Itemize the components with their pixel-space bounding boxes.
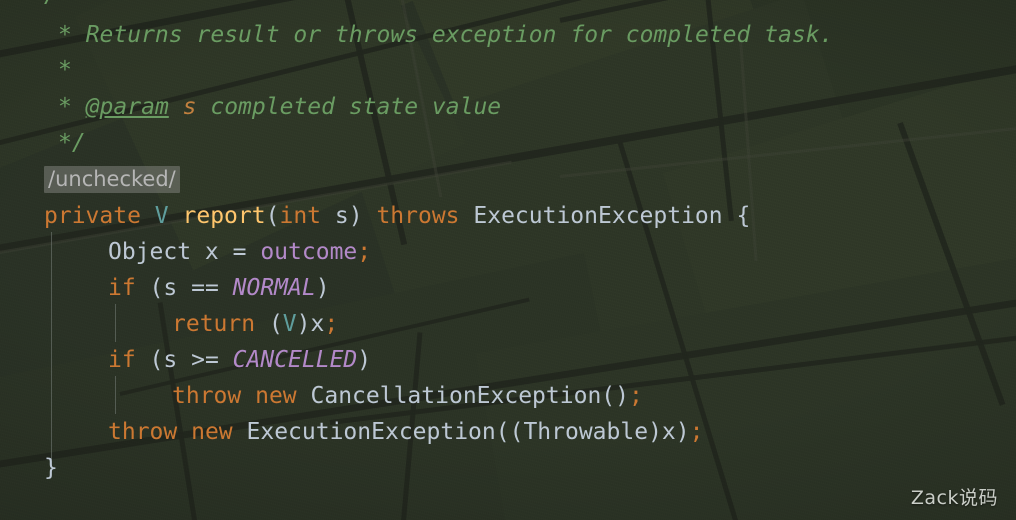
code-token: ExecutionException((Throwable)x) — [232, 419, 690, 445]
code-token: ) — [348, 203, 363, 229]
code-line-return-cast[interactable]: return (V)x; — [172, 307, 338, 343]
code-token: (s >= — [135, 347, 233, 373]
code-token: if — [108, 347, 136, 373]
code-line-throw-execution[interactable]: throw new ExecutionException((Throwable)… — [108, 415, 703, 451]
code-token: s — [321, 203, 349, 229]
code-token: V — [154, 203, 169, 229]
code-token: private — [44, 203, 141, 229]
code-token: CANCELLED — [232, 347, 358, 373]
code-token: * — [58, 57, 72, 83]
code-token: (s == — [135, 275, 233, 301]
code-token: /** — [44, 0, 86, 8]
code-token: int — [279, 203, 322, 229]
code-editor[interactable]: /** * Returns result or throws exception … — [0, 0, 1016, 520]
code-token: s — [182, 94, 197, 120]
code-token: throw — [108, 419, 178, 445]
code-text-area[interactable]: /** * Returns result or throws exception … — [0, 0, 1016, 520]
code-token: } — [44, 455, 58, 481]
code-token: outcome — [260, 239, 358, 265]
code-token: report — [182, 203, 266, 229]
code-token: ( — [265, 203, 280, 229]
code-token: throws — [376, 203, 460, 229]
code-token: new — [191, 419, 233, 445]
code-token: if — [108, 275, 136, 301]
code-token: * Returns result or throws exception for… — [58, 22, 834, 48]
code-token: )x — [296, 311, 325, 337]
code-token: return — [172, 311, 256, 337]
code-token: ) — [357, 347, 372, 373]
code-token: ( — [255, 311, 283, 337]
code-token: ; — [629, 383, 643, 409]
code-line-javadoc-open[interactable]: /** — [44, 0, 86, 14]
watermark: Zack说码 — [910, 487, 998, 509]
code-token: throw — [172, 383, 242, 409]
code-line-throw-cancellation[interactable]: throw new CancellationException(); — [172, 379, 643, 415]
code-token: NORMAL — [232, 275, 316, 301]
code-token: ) — [315, 275, 330, 301]
code-line-javadoc-param[interactable]: * @param s completed state value — [58, 90, 501, 126]
code-token: ; — [357, 239, 372, 265]
code-line-method-signature[interactable]: private V report(int s) throws Execution… — [44, 199, 750, 235]
code-token: Object x = — [108, 239, 261, 265]
code-token: ExecutionException { — [459, 203, 751, 229]
code-token: CancellationException() — [296, 383, 630, 409]
code-line-inlay-unchecked[interactable]: /unchecked/ — [44, 162, 180, 198]
code-token: ; — [324, 311, 339, 337]
code-line-if-cancelled[interactable]: if (s >= CANCELLED) — [108, 343, 371, 379]
code-line-javadoc-summary[interactable]: * Returns result or throws exception for… — [58, 18, 833, 54]
code-token: * — [58, 94, 86, 120]
code-line-if-normal[interactable]: if (s == NORMAL) — [108, 271, 330, 307]
code-line-declare-outcome[interactable]: Object x = outcome; — [108, 235, 371, 271]
code-token: new — [255, 383, 297, 409]
code-line-javadoc-blank[interactable]: * — [58, 53, 72, 89]
code-token: ; — [689, 419, 704, 445]
inlay-hint[interactable]: /unchecked/ — [44, 166, 180, 193]
code-line-javadoc-close[interactable]: */ — [58, 126, 86, 162]
code-token: */ — [58, 130, 86, 156]
code-line-method-close[interactable]: } — [44, 451, 58, 487]
code-token: @param — [85, 94, 169, 120]
code-token: completed state value — [196, 94, 502, 120]
code-token: V — [282, 311, 297, 337]
